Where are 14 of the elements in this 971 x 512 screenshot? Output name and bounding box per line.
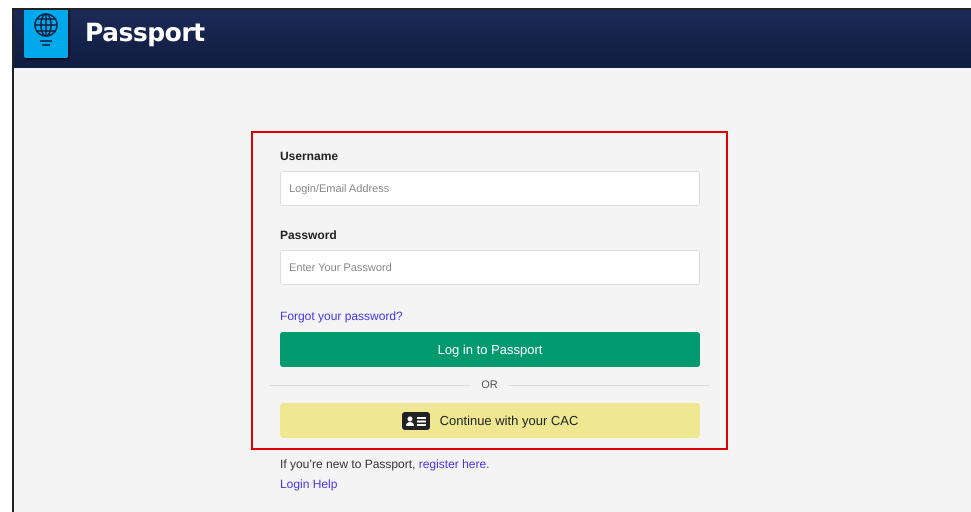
app-title: Passport <box>85 18 205 47</box>
forgot-password-link[interactable]: Forgot your password? <box>280 309 403 323</box>
username-field[interactable]: Login/Email Address <box>280 171 700 206</box>
new-user-text: If you’re new to Passport, register here. <box>280 456 490 473</box>
id-card-icon <box>402 412 430 430</box>
field-label: Password <box>280 228 338 242</box>
login-button[interactable]: Log in to Passport <box>280 332 700 367</box>
cac-button[interactable]: Continue with your CAC <box>280 403 700 438</box>
password-field[interactable]: Enter Your Password <box>280 250 700 285</box>
divider-text: OR <box>481 379 498 391</box>
field-label: Username <box>280 149 340 163</box>
login-help-link[interactable]: Login Help <box>280 477 338 491</box>
register-link[interactable]: register here. <box>418 457 490 471</box>
globe-logo-icon <box>24 10 68 58</box>
